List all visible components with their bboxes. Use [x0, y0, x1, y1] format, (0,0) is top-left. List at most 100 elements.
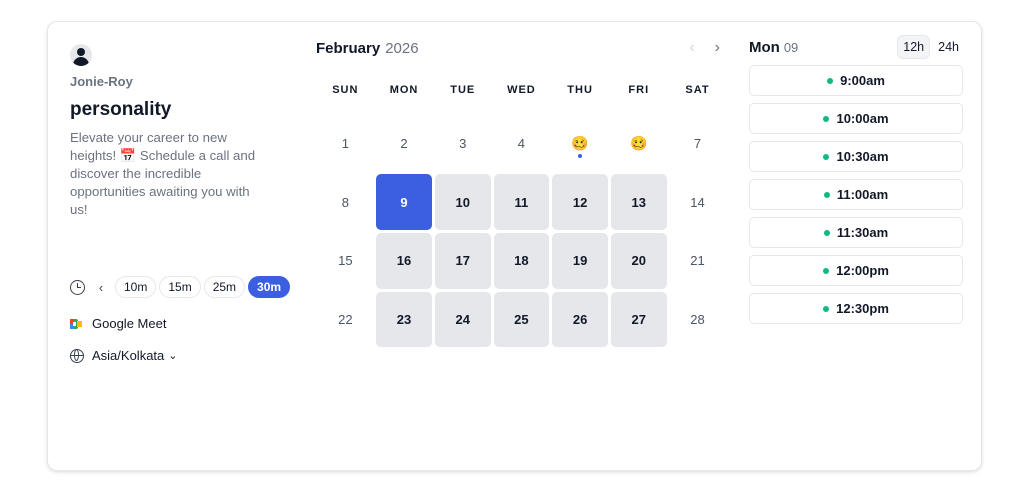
- calendar-day-label[interactable]: 23: [397, 312, 411, 327]
- duration-option-10m[interactable]: 10m: [115, 276, 157, 298]
- calendar-day-label: 4: [517, 135, 526, 151]
- calendar-day-label: 15: [338, 253, 353, 269]
- calendar-day-label[interactable]: 24: [455, 312, 469, 327]
- calendar-year: 2026: [385, 39, 419, 57]
- selected-day-number: 09: [783, 39, 799, 55]
- globe-icon: [70, 348, 84, 363]
- duration-selector: ‹ 10m 15m 25m 30m: [70, 276, 293, 298]
- chevron-down-icon[interactable]: ⌄: [168, 349, 177, 362]
- calendar-day-label[interactable]: 27: [632, 312, 646, 327]
- weekday-label: THU: [567, 84, 593, 96]
- weekday-label: TUE: [450, 84, 476, 96]
- calendar-day[interactable]: 11: [493, 174, 550, 230]
- calendar: February 2026 ‹ › SUN MON TUE WED THU FRI SAT …: [316, 38, 728, 348]
- event-info-panel: Jonie-Roy personality Elevate your caree…: [70, 44, 291, 363]
- calendar-day-label[interactable]: 9: [400, 195, 407, 210]
- format-24h-button[interactable]: 24h: [932, 35, 965, 59]
- clock-icon: [70, 279, 85, 295]
- time-slot-button[interactable]: 9:00am: [749, 65, 963, 96]
- event-title: personality: [70, 99, 172, 120]
- time-slots-header: Mon 09 12h 24h: [749, 35, 965, 59]
- calendar-day-label: 21: [690, 253, 705, 269]
- calendar-day: 14: [670, 174, 726, 230]
- prev-month-button[interactable]: ‹: [689, 39, 694, 57]
- calendar-day-label: 28: [690, 311, 705, 327]
- calendar-day[interactable]: 16: [376, 232, 432, 289]
- time-slot-list: 9:00am 10:00am 10:30am 11:00am 11:30am 12:00p…: [749, 65, 965, 324]
- weekday-label: MON: [389, 84, 419, 96]
- location-label: Google Meet: [92, 316, 167, 331]
- event-description: Elevate your career to new heights! 📅 Sc…: [70, 130, 256, 217]
- calendar-day[interactable]: 25: [493, 291, 550, 348]
- calendar-day[interactable]: 12: [552, 174, 608, 230]
- calendar-day-label[interactable]: 11: [515, 195, 529, 210]
- calendar-day-label[interactable]: 25: [514, 312, 528, 327]
- calendar-day: 15: [318, 233, 374, 289]
- calendar-day[interactable]: 20: [610, 232, 667, 289]
- calendar-days: 1 2 3 4 🥴 🥴 7 8 9 10 11 12 13 14 15 16 17 18 19 20 21 22 23 24 2…: [316, 114, 728, 349]
- calendar-day-label[interactable]: 12: [573, 195, 587, 210]
- weekday-label: SAT: [685, 84, 710, 96]
- calendar-day[interactable]: 13: [610, 174, 667, 230]
- calendar-day-label: 22: [338, 311, 353, 327]
- calendar-day-label[interactable]: 17: [455, 253, 469, 268]
- calendar-day: 7: [670, 116, 726, 172]
- location-row: Google Meet: [70, 316, 166, 331]
- calendar-day-selected[interactable]: 9: [376, 174, 432, 230]
- weekday-header: SUN MON TUE WED THU FRI SAT: [316, 84, 728, 96]
- time-slot-button[interactable]: 10:30am: [749, 141, 963, 172]
- calendar-day[interactable]: 24: [434, 291, 491, 348]
- booking-card: Jonie-Roy personality Elevate your caree…: [47, 21, 982, 471]
- calendar-day[interactable]: 18: [493, 232, 550, 289]
- time-slot-button[interactable]: 11:30am: [749, 217, 963, 248]
- calendar-day-label: 8: [341, 194, 349, 210]
- calendar-day-label[interactable]: 19: [573, 253, 587, 268]
- calendar-day[interactable]: 23: [376, 291, 432, 348]
- calendar-day-label: 1: [341, 135, 349, 151]
- duration-option-30m[interactable]: 30m: [248, 276, 291, 298]
- time-slot-label[interactable]: 12:30pm: [836, 301, 889, 316]
- calendar-day-label[interactable]: 16: [397, 253, 411, 268]
- time-format-toggle: 12h 24h: [897, 35, 965, 59]
- calendar-day-label[interactable]: 20: [632, 253, 646, 268]
- format-12h-button[interactable]: 12h: [897, 35, 931, 59]
- calendar-day-label: 2: [400, 135, 408, 151]
- calendar-day: 3: [435, 116, 491, 172]
- today-indicator-dot: [578, 153, 583, 158]
- time-slot-button[interactable]: 12:00pm: [749, 255, 963, 286]
- calendar-day[interactable]: 19: [552, 232, 608, 289]
- next-month-button[interactable]: ›: [715, 39, 720, 57]
- timezone-label[interactable]: Asia/Kolkata: [92, 348, 164, 363]
- calendar-day[interactable]: 10: [434, 174, 491, 230]
- selected-day-name: Mon: [749, 38, 780, 56]
- time-slot-button[interactable]: 12:30pm: [749, 293, 963, 324]
- calendar-day-label: 7: [693, 135, 702, 151]
- time-slot-label[interactable]: 11:00am: [837, 187, 888, 202]
- time-slot-label[interactable]: 11:30am: [837, 225, 888, 240]
- duration-option-15m[interactable]: 15m: [159, 276, 201, 298]
- availability-dot: [823, 229, 830, 236]
- timezone-select[interactable]: Asia/Kolkata ⌄: [70, 348, 177, 363]
- time-slot-label[interactable]: 10:00am: [836, 111, 888, 126]
- calendar-day: 🥴: [611, 116, 667, 172]
- calendar-month: February: [316, 39, 381, 57]
- calendar-day-label[interactable]: 10: [455, 195, 469, 210]
- availability-dot: [827, 77, 834, 84]
- availability-dot: [823, 191, 830, 198]
- calendar-day: 21: [670, 233, 726, 289]
- time-slot-label[interactable]: 10:30am: [836, 149, 888, 164]
- time-slot-button[interactable]: 10:00am: [749, 103, 963, 134]
- time-slot-label[interactable]: 12:00pm: [836, 263, 889, 278]
- duration-prev-button[interactable]: ‹: [95, 280, 107, 295]
- calendar-day-label[interactable]: 13: [632, 195, 646, 210]
- duration-option-25m[interactable]: 25m: [203, 276, 246, 298]
- calendar-day: 1: [318, 116, 374, 172]
- calendar-day[interactable]: 27: [610, 291, 667, 348]
- calendar-day-label[interactable]: 26: [573, 312, 587, 327]
- time-slots-panel: Mon 09 12h 24h 9:00am 10:00am 10:30am 11:00…: [749, 35, 965, 324]
- time-slot-button[interactable]: 11:00am: [749, 179, 963, 210]
- calendar-day[interactable]: 17: [434, 232, 491, 289]
- calendar-day-label[interactable]: 18: [514, 253, 528, 268]
- time-slot-label[interactable]: 9:00am: [840, 73, 885, 88]
- calendar-day[interactable]: 26: [552, 291, 608, 348]
